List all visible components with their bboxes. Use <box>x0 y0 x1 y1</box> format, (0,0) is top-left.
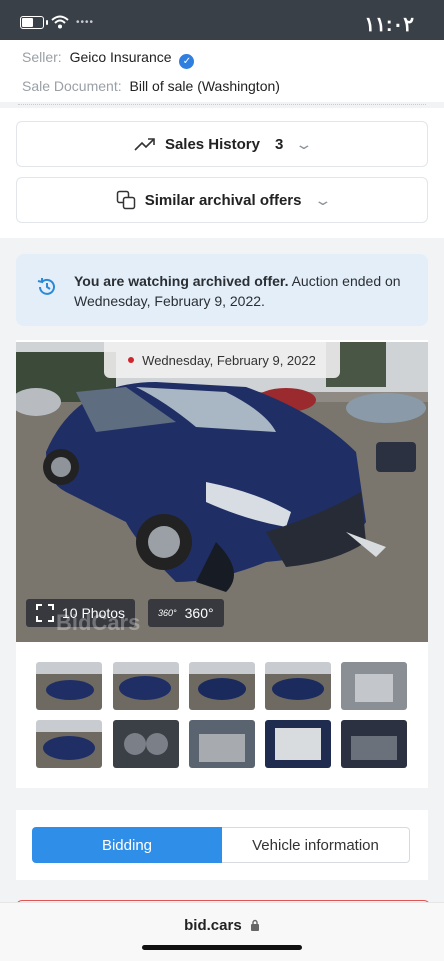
wifi-icon <box>51 15 69 29</box>
fullscreen-icon <box>36 604 54 622</box>
thumbnail-10[interactable] <box>341 720 407 768</box>
seller-row: Seller: Geico Insurance ✓ <box>22 49 195 69</box>
trend-up-icon <box>134 138 155 151</box>
photo-gallery: Wednesday, February 9, 2022 10 Photos 36… <box>16 340 428 788</box>
sale-document-label: Sale Document: <box>22 78 122 94</box>
tab-vehicle-information[interactable]: Vehicle information <box>222 827 410 863</box>
status-time: ١١:٠٢ <box>364 14 414 36</box>
chevron-down-icon: ⌄ <box>312 191 332 208</box>
home-indicator[interactable] <box>142 945 302 950</box>
thumbnail-7[interactable] <box>113 720 179 768</box>
battery-level <box>22 17 33 27</box>
sale-document-value: Bill of sale (Washington) <box>129 78 280 94</box>
thumbnail-9[interactable] <box>265 720 331 768</box>
thumbnail-1[interactable] <box>36 662 102 710</box>
watermark: BidCars <box>56 610 141 635</box>
notice-bold: You are watching archived offer. <box>74 273 289 289</box>
seller-value: Geico Insurance <box>69 49 172 65</box>
detail-tabs: Bidding Vehicle information <box>16 810 428 880</box>
divider <box>18 104 426 105</box>
lock-icon <box>250 919 259 931</box>
copy-icon <box>116 190 135 210</box>
history-panel: Sales History 3 ⌄ Similar archival offer… <box>0 108 444 238</box>
similar-offers-button[interactable]: Similar archival offers ⌄ <box>16 177 428 223</box>
signal-dots: •••• <box>76 16 95 28</box>
seller-label: Seller: <box>22 49 62 65</box>
browser-bar: bid.cars <box>0 902 444 961</box>
thumbnail-6[interactable] <box>36 720 102 768</box>
sales-history-button[interactable]: Sales History 3 ⌄ <box>16 121 428 167</box>
tab-bidding[interactable]: Bidding <box>32 827 222 863</box>
auction-date-badge: Wednesday, February 9, 2022 <box>104 342 340 378</box>
car-photo <box>16 342 428 642</box>
view-360-icon: 360° <box>158 608 177 618</box>
archived-notice: You are watching archived offer. Auction… <box>16 254 428 326</box>
url-text: bid.cars <box>184 917 242 934</box>
history-icon <box>37 278 55 295</box>
sales-history-label: Sales History <box>164 135 260 153</box>
notice-text: You are watching archived offer. Auction… <box>74 271 404 311</box>
battery-icon <box>20 15 48 29</box>
main-photo[interactable]: Wednesday, February 9, 2022 10 Photos 36… <box>16 342 428 642</box>
sale-document-row: Sale Document: Bill of sale (Washington) <box>22 78 280 94</box>
view-360-label: 360° <box>184 605 214 621</box>
sales-history-count: 3 <box>274 135 284 153</box>
thumbnail-2[interactable] <box>113 662 179 710</box>
auction-date: Wednesday, February 9, 2022 <box>142 352 316 368</box>
live-dot-icon <box>128 357 135 363</box>
status-left: •••• <box>20 15 94 29</box>
view-360-button[interactable]: 360° 360° <box>148 599 224 627</box>
thumbnail-3[interactable] <box>189 662 255 710</box>
lot-details: Seller: Geico Insurance ✓ Sale Document:… <box>0 40 444 102</box>
similar-offers-label: Similar archival offers <box>144 191 302 209</box>
address-bar[interactable]: bid.cars <box>0 917 444 934</box>
thumbnail-4[interactable] <box>265 662 331 710</box>
thumbnail-5[interactable] <box>341 662 407 710</box>
thumbnail-8[interactable] <box>189 720 255 768</box>
chevron-down-icon: ⌄ <box>294 135 314 152</box>
verified-icon: ✓ <box>179 54 195 69</box>
